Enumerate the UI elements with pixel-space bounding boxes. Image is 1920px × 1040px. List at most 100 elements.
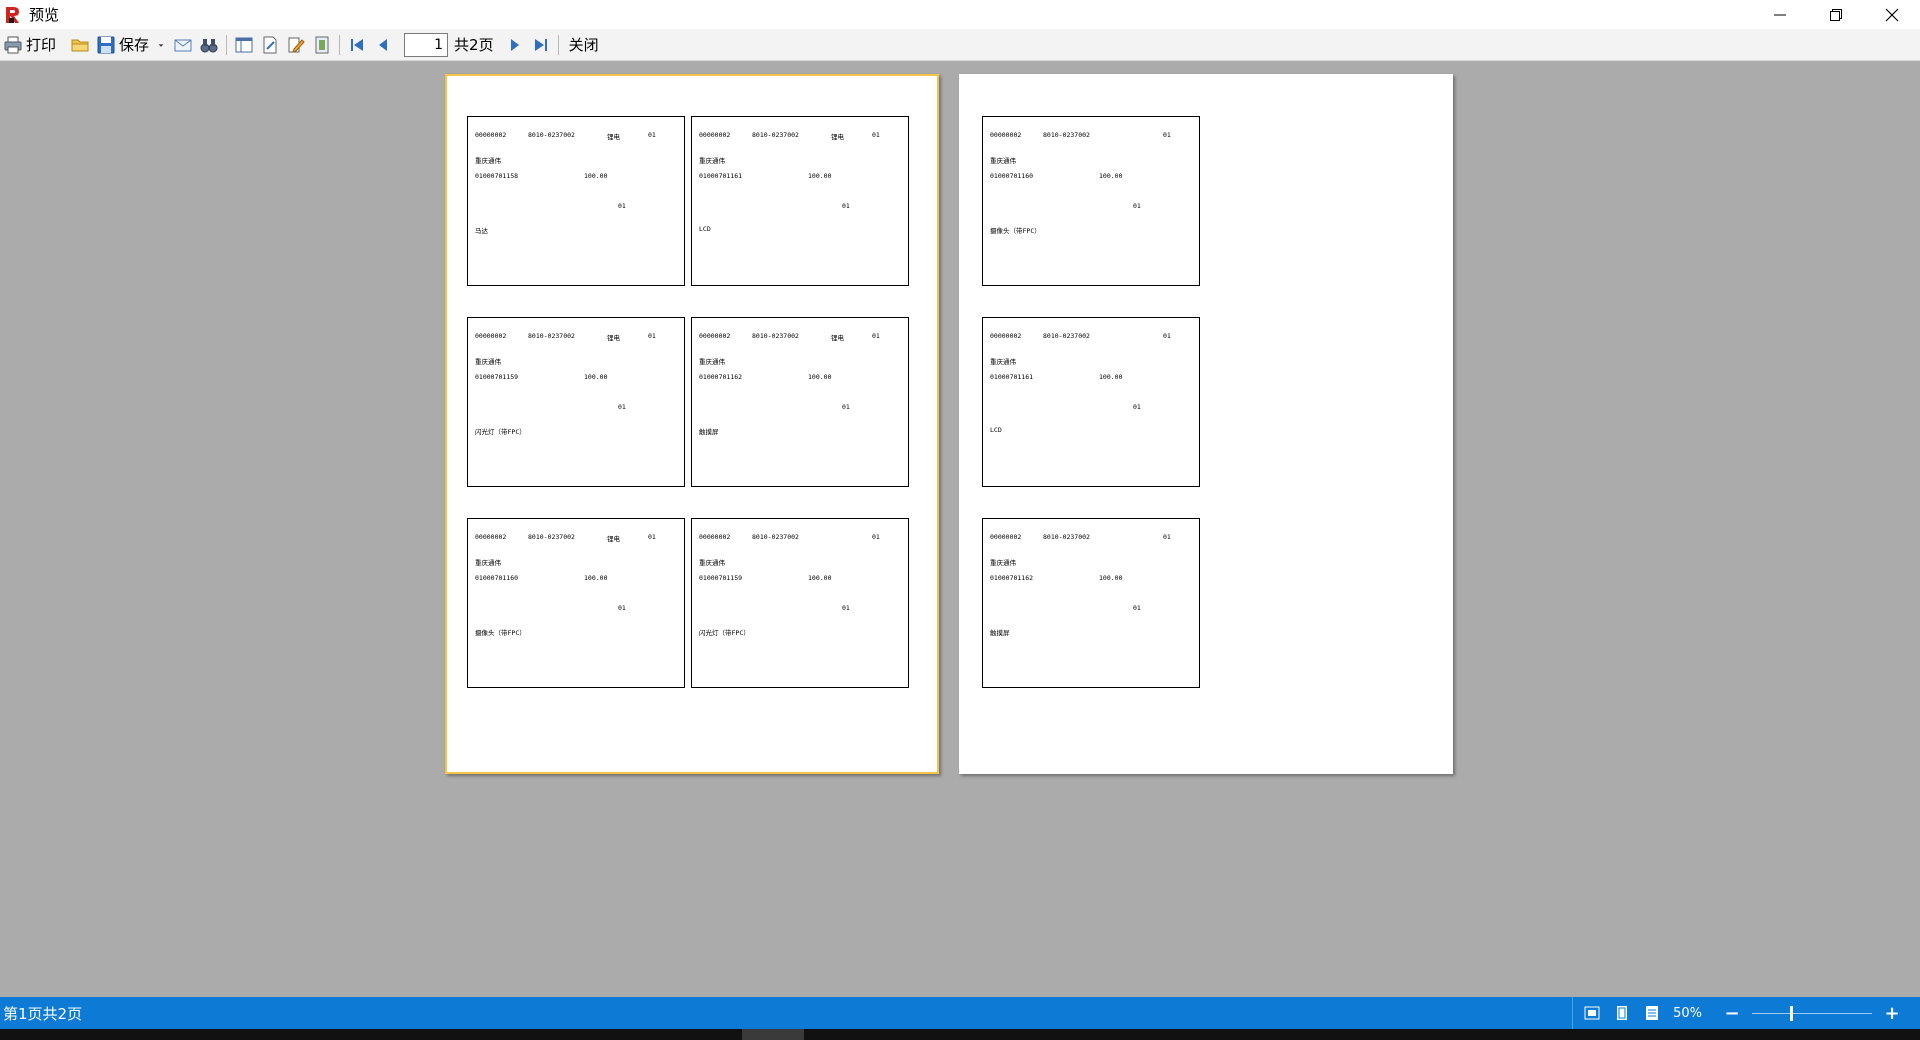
- label-barcode: 01000701160: [990, 172, 1034, 180]
- label-barcode: 01000701162: [699, 373, 743, 381]
- label-amount: 100.00: [1099, 172, 1123, 180]
- label-part: 马达: [475, 227, 488, 235]
- zoom-level: 50%: [1673, 1005, 1702, 1021]
- open-button[interactable]: [67, 32, 93, 58]
- label-number: 01: [872, 131, 880, 139]
- toolbar-separator: [339, 34, 341, 55]
- label-number: 01: [648, 131, 656, 139]
- previous-page-icon: [379, 38, 388, 51]
- taskbar-item[interactable]: [742, 1029, 804, 1040]
- label-tel: 8010-0237002: [752, 332, 799, 340]
- find-button[interactable]: [196, 32, 222, 58]
- label-number: 01: [872, 533, 880, 541]
- zoom-out-button[interactable]: −: [1724, 1003, 1740, 1024]
- save-label: 保存: [119, 36, 150, 54]
- label-code: 00000002: [475, 332, 507, 340]
- window-title: 预览: [29, 6, 60, 24]
- app-logo-icon: [6, 6, 19, 23]
- label-card: 00000002 8010-0237002 锂电 01 重庆通伟 0100070…: [691, 317, 909, 487]
- label-code: 00000002: [990, 533, 1022, 541]
- report-page-1[interactable]: 00000002 8010-0237002 锂电 01 重庆通伟 0100070…: [445, 74, 939, 774]
- label-code: 00000002: [699, 533, 731, 541]
- label-barcode: 01000701159: [699, 574, 743, 582]
- binoculars-icon: [200, 38, 218, 52]
- restore-button[interactable]: [1808, 0, 1864, 29]
- folder-icon: [71, 39, 89, 51]
- label-tag: 锂电: [831, 133, 844, 141]
- label-company: 重庆通伟: [699, 157, 725, 165]
- save-dropdown-button[interactable]: [152, 32, 170, 58]
- label-part: 闪光灯（带FPC）: [475, 428, 526, 436]
- next-page-icon: [510, 38, 519, 51]
- label-card: 00000002 8010-0237002 锂电 01 重庆通伟 0100070…: [467, 518, 685, 688]
- label-part: 闪光灯（带FPC）: [699, 629, 750, 637]
- last-page-icon: [534, 38, 547, 51]
- label-code: 00000002: [475, 131, 507, 139]
- label-company: 重庆通伟: [475, 559, 501, 567]
- envelope-icon: [174, 39, 192, 51]
- zoom-in-button[interactable]: +: [1884, 1003, 1900, 1024]
- label-amount: 100.00: [584, 373, 608, 381]
- label-part: 触摸屏: [990, 629, 1010, 637]
- title-bar: 预览: [0, 0, 1920, 29]
- close-label: 关闭: [568, 36, 599, 54]
- label-company: 重庆通伟: [699, 358, 725, 366]
- page-setup-button[interactable]: [257, 32, 283, 58]
- minimize-button[interactable]: [1752, 0, 1808, 29]
- save-button[interactable]: 保存: [93, 32, 152, 58]
- label-company: 重庆通伟: [699, 559, 725, 567]
- label-tel: 8010-0237002: [1043, 131, 1090, 139]
- label-card: 00000002 8010-0237002 01 重庆通伟 0100070116…: [982, 518, 1200, 688]
- report-page-2[interactable]: 00000002 8010-0237002 01 重庆通伟 0100070116…: [959, 74, 1453, 774]
- label-part: 摄像头（带FPC）: [990, 227, 1041, 235]
- close-preview-button[interactable]: 关闭: [563, 32, 602, 58]
- label-barcode: 01000701158: [475, 172, 519, 180]
- page-width-icon[interactable]: [1643, 1004, 1661, 1022]
- zoom-controls: 50% − +: [1572, 997, 1920, 1029]
- fit-page-icon[interactable]: [1583, 1004, 1601, 1022]
- label-tag: 锂电: [607, 334, 620, 342]
- preview-canvas[interactable]: 00000002 8010-0237002 锂电 01 重庆通伟 0100070…: [0, 61, 1920, 997]
- toolbar-separator: [226, 34, 228, 55]
- edit-button[interactable]: [283, 32, 309, 58]
- label-code: 00000002: [990, 131, 1022, 139]
- label-part: 摄像头（带FPC）: [475, 629, 526, 637]
- label-tag: 锂电: [831, 334, 844, 342]
- zoom-slider-thumb[interactable]: [1790, 1005, 1793, 1021]
- next-page-button[interactable]: [502, 32, 528, 58]
- close-window-button[interactable]: [1864, 0, 1920, 29]
- previous-page-button[interactable]: [370, 32, 396, 58]
- label-tel: 8010-0237002: [752, 131, 799, 139]
- outline-button[interactable]: [231, 32, 257, 58]
- label-number: 01: [648, 332, 656, 340]
- label-qty: 01: [618, 604, 626, 612]
- dropdown-arrow-icon: [158, 43, 164, 47]
- label-card: 00000002 8010-0237002 01 重庆通伟 0100070115…: [691, 518, 909, 688]
- label-amount: 100.00: [1099, 373, 1123, 381]
- label-code: 00000002: [475, 533, 507, 541]
- label-amount: 100.00: [808, 172, 832, 180]
- printer-icon: [4, 36, 22, 53]
- label-company: 重庆通伟: [475, 358, 501, 366]
- email-button[interactable]: [170, 32, 196, 58]
- edit-pencil-icon: [288, 37, 305, 53]
- first-page-button[interactable]: [344, 32, 370, 58]
- zoom-slider[interactable]: [1752, 1005, 1872, 1021]
- page-number-input[interactable]: [404, 32, 449, 57]
- last-page-button[interactable]: [528, 32, 554, 58]
- watermark-button[interactable]: [309, 32, 335, 58]
- label-qty: 01: [842, 604, 850, 612]
- label-qty: 01: [1133, 403, 1141, 411]
- label-part: 触摸屏: [699, 428, 719, 436]
- label-tel: 8010-0237002: [1043, 332, 1090, 340]
- label-number: 01: [872, 332, 880, 340]
- floppy-disk-icon: [97, 36, 115, 53]
- single-page-icon[interactable]: [1613, 1004, 1631, 1022]
- label-code: 00000002: [699, 131, 731, 139]
- label-company: 重庆通伟: [990, 559, 1016, 567]
- label-company: 重庆通伟: [475, 157, 501, 165]
- page-total-label: 共2页: [454, 36, 494, 54]
- label-barcode: 01000701160: [475, 574, 519, 582]
- print-button[interactable]: 打印: [0, 32, 59, 58]
- label-tel: 8010-0237002: [752, 533, 799, 541]
